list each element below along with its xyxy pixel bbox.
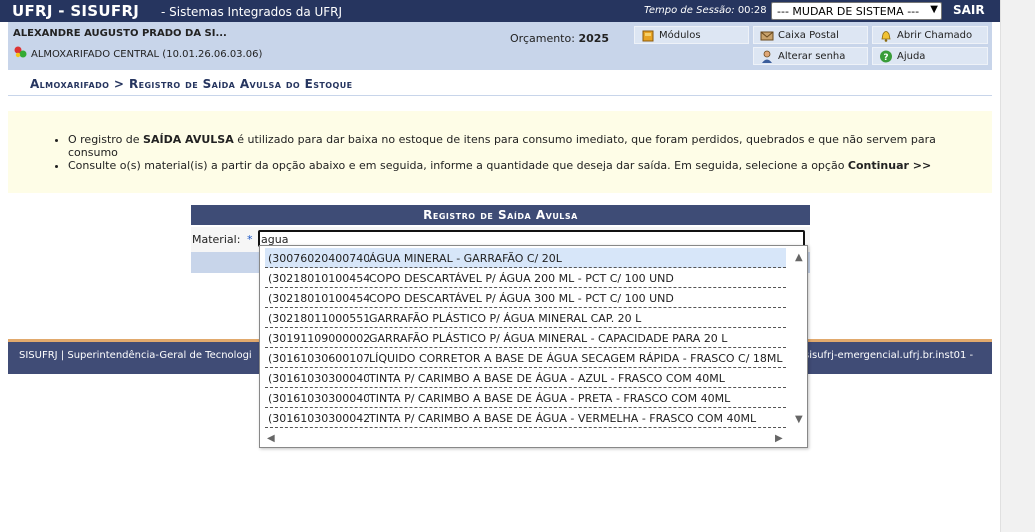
- budget-year-value: 2025: [578, 32, 610, 45]
- material-label: Material:: [192, 233, 241, 246]
- info-item: O registro de SAÍDA AVULSA é utilizado p…: [68, 133, 973, 159]
- scroll-down-icon[interactable]: ▼: [795, 414, 803, 425]
- budget-year: Orçamento: 2025: [510, 32, 609, 45]
- breadcrumb-bar: Almoxarifado > Registro de Saída Avulsa …: [8, 70, 992, 96]
- svg-text:?: ?: [883, 53, 888, 63]
- session-label: Tempo de Sessão:: [644, 5, 735, 16]
- footer-left: SISUFRJ | Superintendência-Geral de Tecn…: [19, 350, 252, 361]
- vertical-scrollbar[interactable]: ▲ ▼: [791, 246, 807, 432]
- info-line1-prefix: O registro de: [68, 133, 144, 146]
- system-select[interactable]: --- MUDAR DE SISTEMA --- ▼: [771, 2, 942, 20]
- help-label: Ajuda: [897, 51, 926, 62]
- info-item: Consulte o(s) material(is) a partir da o…: [68, 159, 973, 172]
- change-password-button[interactable]: Alterar senha: [753, 47, 868, 65]
- horizontal-scrollbar[interactable]: ◀ ▶: [260, 432, 791, 447]
- form-title: Registro de Saída Avulsa: [191, 205, 810, 225]
- scroll-up-icon[interactable]: ▲: [795, 252, 803, 263]
- system-select-value: --- MUDAR DE SISTEMA ---: [777, 5, 920, 18]
- info-list: O registro de SAÍDA AVULSA é utilizado p…: [68, 133, 973, 172]
- change-password-label: Alterar senha: [778, 51, 846, 62]
- autocomplete-list[interactable]: (300760204007405)ÁGUA MINERAL - GARRAFÃO…: [259, 245, 808, 448]
- item-desc: TINTA P/ CARIMBO A BASE DE ÁGUA - AZUL -…: [369, 372, 725, 385]
- scroll-left-icon[interactable]: ◀: [267, 433, 275, 444]
- top-bar: UFRJ - SISUFRJ - Sistemas Integrados da …: [0, 0, 1000, 22]
- info-line1-bold: SAÍDA AVULSA: [143, 133, 234, 146]
- autocomplete-item[interactable]: (301610303000408)TINTA P/ CARIMBO A BASE…: [265, 388, 786, 408]
- session-time: 00:28: [737, 5, 767, 16]
- item-desc: GARRAFÃO PLÁSTICO P/ ÁGUA MINERAL - CAPA…: [369, 332, 728, 345]
- breadcrumb: Almoxarifado > Registro de Saída Avulsa …: [30, 77, 353, 91]
- bell-icon: [881, 31, 891, 42]
- app-subtitle: - Sistemas Integrados da UFRJ: [161, 5, 343, 19]
- item-code: (301911090000026): [268, 332, 369, 345]
- open-ticket-button[interactable]: Abrir Chamado: [872, 26, 988, 44]
- autocomplete-item[interactable]: (300760204007405)ÁGUA MINERAL - GARRAFÃO…: [265, 248, 786, 268]
- autocomplete-item[interactable]: (301911090000026)GARRAFÃO PLÁSTICO P/ ÁG…: [265, 328, 786, 348]
- item-desc: LÍQUIDO CORRETOR A BASE DE ÁGUA SECAGEM …: [369, 352, 783, 365]
- cube-icon: [642, 30, 654, 42]
- browser-gutter: [1000, 0, 1035, 532]
- item-code: (302180101004544): [268, 272, 369, 285]
- item-desc: COPO DESCARTÁVEL P/ ÁGUA 200 ML - PCT C/…: [369, 272, 674, 285]
- session-timer: Tempo de Sessão: 00:28: [644, 5, 767, 16]
- autocomplete-item[interactable]: (301610306001071)LÍQUIDO CORRETOR A BASE…: [265, 348, 786, 368]
- autocomplete-item[interactable]: (302180101004545)COPO DESCARTÁVEL P/ ÁGU…: [265, 288, 786, 308]
- item-code: (302180101004545): [268, 292, 369, 305]
- info-line2-bold: Continuar >>: [847, 159, 932, 172]
- scroll-right-icon[interactable]: ▶: [775, 433, 783, 444]
- modules-button[interactable]: Módulos: [634, 26, 749, 44]
- item-code: (301610303000408): [268, 392, 369, 405]
- budget-label: Orçamento:: [510, 32, 575, 45]
- item-code: (301610306001071): [268, 352, 369, 365]
- help-button[interactable]: ? Ajuda: [872, 47, 988, 65]
- item-code: (301610303000407): [268, 372, 369, 385]
- item-code: (301610303000420): [268, 412, 369, 425]
- autocomplete-item[interactable]: (301610303000420)TINTA P/ CARIMBO A BASE…: [265, 408, 786, 428]
- help-icon: ?: [880, 50, 892, 63]
- autocomplete-item[interactable]: (302180110005516)GARRAFÃO PLÁSTICO P/ ÁG…: [265, 308, 786, 328]
- user-unit-label: ALMOXARIFADO CENTRAL (10.01.26.06.03.06): [31, 49, 263, 60]
- chevron-down-icon: ▼: [930, 4, 938, 15]
- page: UFRJ - SISUFRJ - Sistemas Integrados da …: [0, 0, 1000, 532]
- item-desc: COPO DESCARTÁVEL P/ ÁGUA 300 ML - PCT C/…: [369, 292, 674, 305]
- autocomplete-item[interactable]: (302180101004544)COPO DESCARTÁVEL P/ ÁGU…: [265, 268, 786, 288]
- required-mark: *: [247, 233, 253, 246]
- info-box: O registro de SAÍDA AVULSA é utilizado p…: [8, 111, 992, 193]
- exit-link[interactable]: SAIR: [953, 3, 985, 17]
- open-ticket-label: Abrir Chamado: [897, 30, 973, 41]
- item-desc: GARRAFÃO PLÁSTICO P/ ÁGUA MINERAL CAP. 2…: [369, 312, 642, 325]
- footer-right: sisufrj-emergencial.ufrj.br.inst01 -: [804, 350, 974, 361]
- user-name: ALEXANDRE AUGUSTO PRADO DA SI...: [13, 28, 227, 39]
- modules-label: Módulos: [659, 30, 701, 41]
- user-unit[interactable]: ALMOXARIFADO CENTRAL (10.01.26.06.03.06): [13, 43, 262, 60]
- item-code: (300760204007405): [268, 252, 369, 265]
- user-area: ALEXANDRE AUGUSTO PRADO DA SI... ALMOXAR…: [8, 22, 992, 70]
- autocomplete-item[interactable]: (301610303000407)TINTA P/ CARIMBO A BASE…: [265, 368, 786, 388]
- app-title[interactable]: UFRJ - SISUFRJ: [12, 2, 139, 20]
- item-desc: TINTA P/ CARIMBO A BASE DE ÁGUA - VERMEL…: [369, 412, 757, 425]
- info-line2-prefix: Consulte o(s) material(is) a partir da o…: [68, 159, 848, 172]
- item-desc: ÁGUA MINERAL - GARRAFÃO C/ 20L: [369, 252, 562, 265]
- mailbox-label: Caixa Postal: [778, 30, 839, 41]
- item-code: (302180110005516): [268, 312, 369, 325]
- unit-switch-icon: [14, 46, 27, 58]
- user-key-icon: [762, 50, 772, 63]
- mailbox-icon: [760, 31, 774, 41]
- item-desc: TINTA P/ CARIMBO A BASE DE ÁGUA - PRETA …: [369, 392, 731, 405]
- mailbox-button[interactable]: Caixa Postal: [753, 26, 868, 44]
